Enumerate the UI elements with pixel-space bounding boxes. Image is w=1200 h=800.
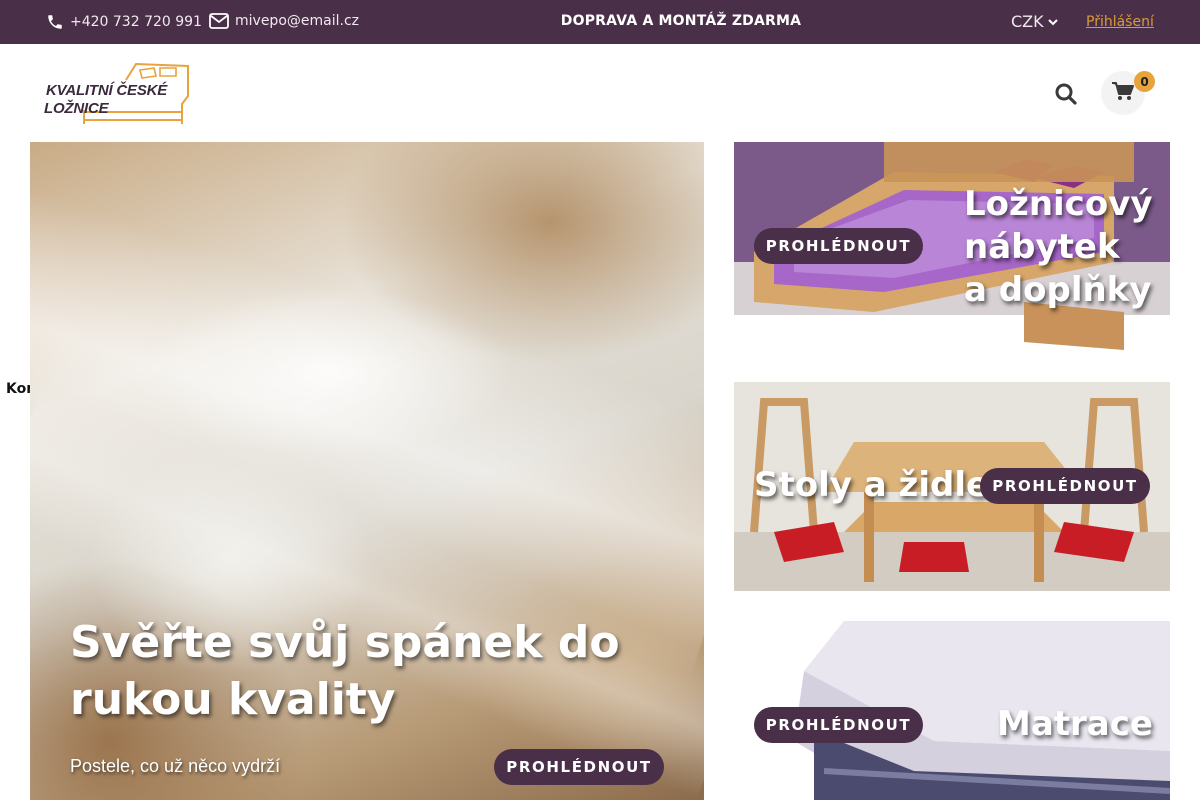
- top-bar: +420 732 720 991 mivepo@email.cz DOPRAVA…: [0, 0, 1200, 44]
- hero-banner: Svěřte svůj spánek do rukou kvality Post…: [30, 142, 704, 800]
- hero-view-button[interactable]: PROHLÉDNOUT: [494, 749, 664, 785]
- tables-card-title: Stoly a židle: [754, 465, 990, 505]
- logo-text-line1: KVALITNÍ ČESKÉ: [46, 82, 168, 99]
- site-header: KVALITNÍ ČESKÉ LOŽNICE 0: [0, 44, 1200, 142]
- currency-value: CZK: [1011, 12, 1044, 31]
- search-icon: [1054, 83, 1078, 110]
- bedroom-view-button[interactable]: PROHLÉDNOUT: [754, 228, 923, 264]
- tables-view-button[interactable]: PROHLÉDNOUT: [980, 468, 1150, 504]
- hero-title: Svěřte svůj spánek do rukou kvality: [70, 617, 620, 725]
- logo-text-line2: LOŽNICE: [44, 100, 109, 117]
- mattress-card-title: Matrace: [997, 704, 1153, 744]
- bedroom-card-title: Ložnicový nábytek a doplňky: [964, 183, 1153, 312]
- bedroom-title-line2: nábytek: [964, 227, 1120, 267]
- site-logo[interactable]: KVALITNÍ ČESKÉ LOŽNICE: [44, 62, 190, 124]
- category-card-tables[interactable]: Stoly a židle PROHLÉDNOUT: [734, 382, 1170, 591]
- cart-icon: [1112, 81, 1134, 105]
- cart-count-badge: 0: [1134, 71, 1155, 92]
- currency-selector[interactable]: CZK: [1011, 12, 1058, 31]
- bedroom-title-line1: Ložnicový: [964, 184, 1153, 224]
- search-button[interactable]: [1054, 82, 1078, 106]
- mattress-view-button[interactable]: PROHLÉDNOUT: [754, 707, 923, 743]
- category-card-mattresses[interactable]: PROHLÉDNOUT Matrace: [734, 621, 1170, 800]
- login-link[interactable]: Přihlášení: [1086, 14, 1154, 30]
- bedroom-title-line3: a doplňky: [964, 270, 1152, 310]
- hero-subtitle: Postele, co už něco vydrží: [70, 756, 281, 776]
- chevron-down-icon: [1047, 18, 1058, 26]
